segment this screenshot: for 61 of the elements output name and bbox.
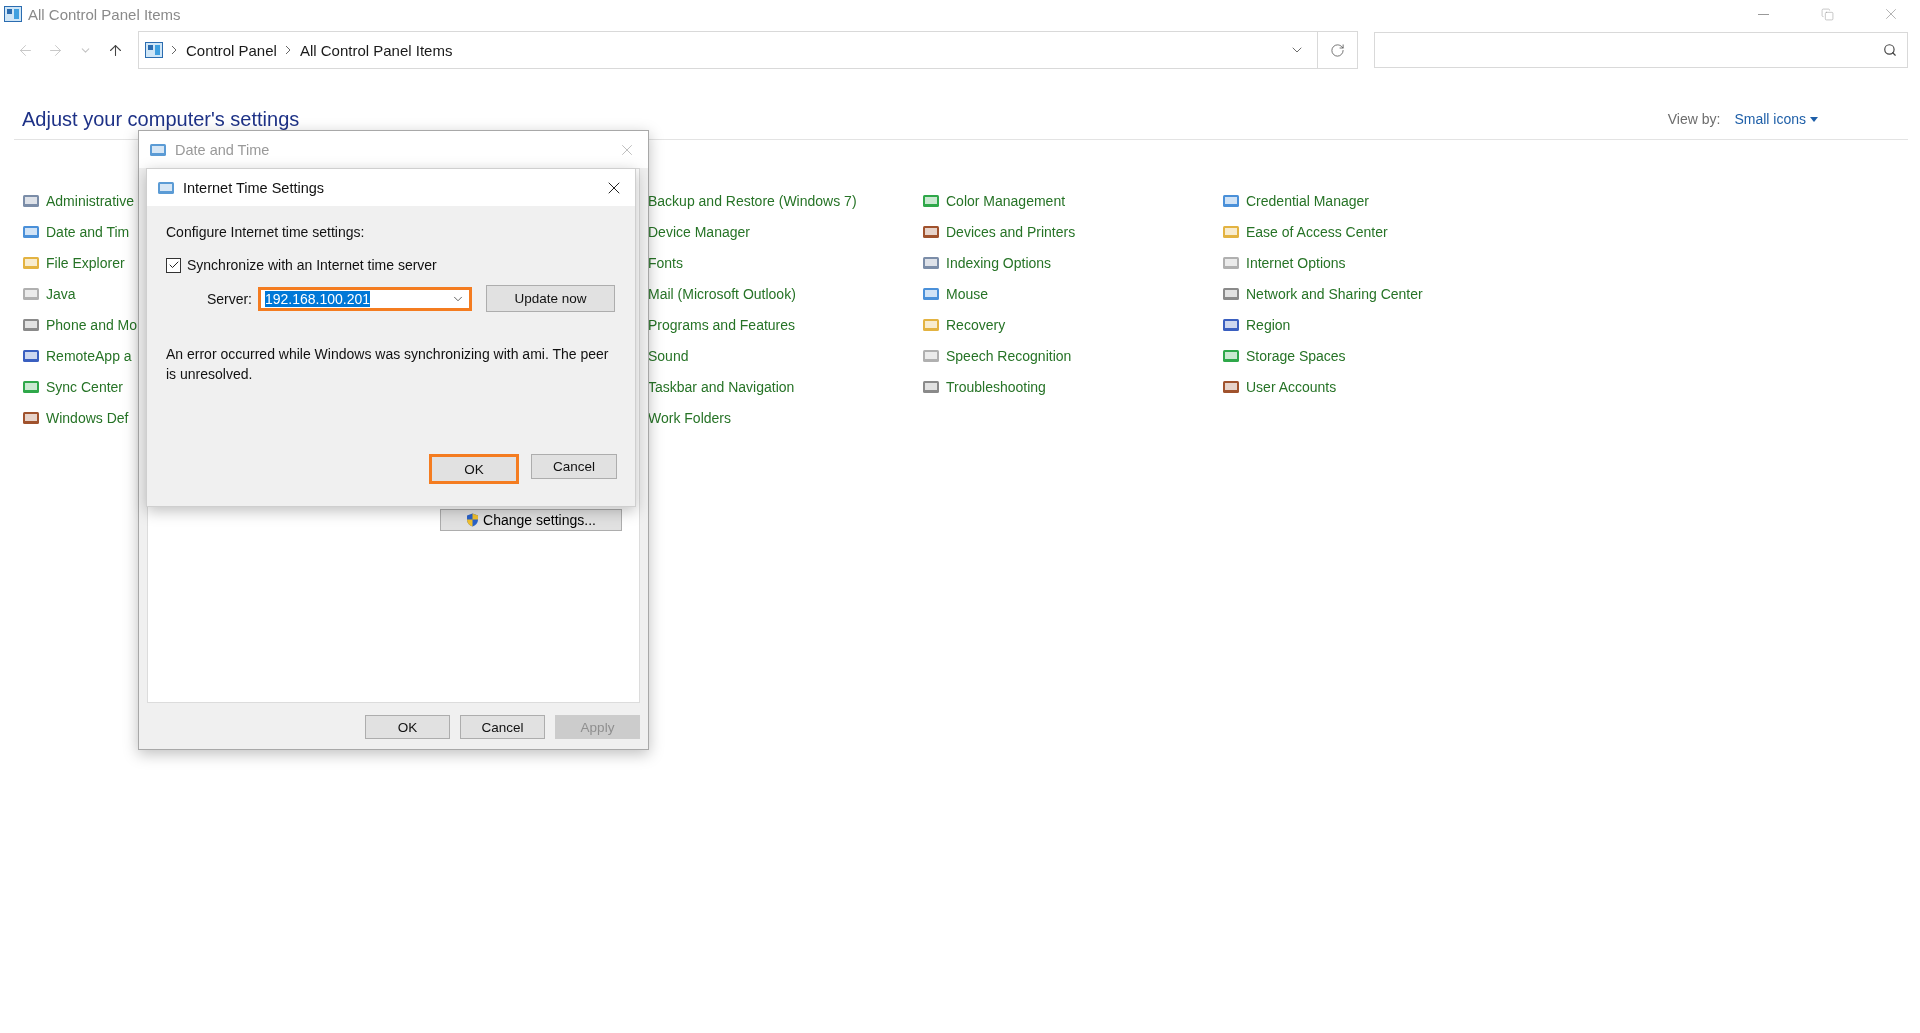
control-panel-link[interactable]: Credential Manager bbox=[1222, 185, 1369, 216]
dialog-title: Date and Time bbox=[175, 141, 271, 158]
shield-icon bbox=[466, 513, 480, 527]
control-panel-link[interactable]: Sync Center bbox=[22, 371, 124, 402]
control-panel-link[interactable]: Java bbox=[22, 278, 76, 309]
control-panel-link[interactable]: Device Manager bbox=[648, 216, 750, 247]
search-icon bbox=[1883, 43, 1897, 57]
dialog-button[interactable]: OK bbox=[365, 715, 450, 739]
control-panel-link[interactable]: Date and Tim bbox=[22, 216, 130, 247]
control-panel-link[interactable]: Mail (Microsoft Outlook) bbox=[648, 278, 796, 309]
control-panel-link[interactable]: Administrative bbox=[22, 185, 134, 216]
minimize-icon bbox=[1757, 13, 1769, 15]
control-panel-link[interactable]: Internet Options bbox=[1222, 247, 1346, 278]
control-panel-link[interactable]: Troubleshooting bbox=[922, 371, 1046, 402]
dialog-button[interactable]: Cancel bbox=[531, 454, 617, 479]
view-by-label: View by: bbox=[1667, 111, 1721, 127]
control-panel-link[interactable]: Color Management bbox=[922, 185, 1066, 216]
error-message: An error occurred while Windows was synchronizing with ami. The peer is unresolved. bbox=[166, 345, 610, 384]
sync-checkbox[interactable] bbox=[166, 257, 181, 273]
checkmark-icon bbox=[167, 259, 180, 271]
control-panel-link[interactable]: Work Folders bbox=[648, 402, 731, 433]
dialog-button[interactable]: OK bbox=[429, 454, 519, 484]
control-panel-link[interactable]: File Explorer bbox=[22, 247, 125, 278]
control-panel-link[interactable]: Network and Sharing Center bbox=[1222, 278, 1423, 309]
restore-icon bbox=[1820, 7, 1834, 21]
control-panel-link[interactable]: Backup and Restore (Windows 7) bbox=[648, 185, 857, 216]
control-panel-link[interactable]: Region bbox=[1222, 309, 1291, 340]
control-panel-link[interactable]: Mouse bbox=[922, 278, 989, 309]
server-combobox[interactable]: 192.168.100.201 bbox=[258, 286, 472, 311]
section-heading: Configure Internet time settings: bbox=[166, 224, 366, 240]
control-panel-link[interactable]: Ease of Access Center bbox=[1222, 216, 1388, 247]
address-field[interactable]: Control Panel All Control Panel Items bbox=[138, 31, 1358, 69]
control-panel-link[interactable]: User Accounts bbox=[1222, 371, 1337, 402]
window-title: All Control Panel Items bbox=[28, 5, 182, 23]
control-panel-link[interactable]: Storage Spaces bbox=[1222, 340, 1346, 371]
breadcrumb[interactable]: Control Panel bbox=[186, 41, 277, 59]
page-heading: Adjust your computer's settings bbox=[22, 107, 301, 131]
control-panel-link[interactable]: Devices and Printers bbox=[922, 216, 1076, 247]
control-panel-link[interactable]: Speech Recognition bbox=[922, 340, 1072, 371]
refresh-icon bbox=[1330, 42, 1345, 58]
breadcrumb[interactable]: All Control Panel Items bbox=[299, 41, 453, 59]
checkbox-label: Synchronize with an Internet time server bbox=[187, 257, 437, 273]
dialog-title: Internet Time Settings bbox=[183, 179, 326, 196]
view-by-dropdown[interactable]: Small icons bbox=[1734, 111, 1818, 127]
control-panel-link[interactable]: Sound bbox=[648, 340, 689, 371]
control-panel-link[interactable]: RemoteApp a bbox=[22, 340, 132, 371]
change-settings-button[interactable]: Change settings... bbox=[440, 509, 622, 531]
control-panel-link[interactable]: Windows Def bbox=[22, 402, 129, 433]
control-panel-link[interactable]: Phone and Mo bbox=[22, 309, 138, 340]
control-panel-link[interactable]: Indexing Options bbox=[922, 247, 1052, 278]
server-label: Server: bbox=[205, 290, 252, 307]
search-field[interactable] bbox=[1374, 32, 1908, 68]
control-panel-link[interactable]: Recovery bbox=[922, 309, 1006, 340]
control-panel-link[interactable]: Taskbar and Navigation bbox=[648, 371, 795, 402]
control-panel-link[interactable]: Programs and Features bbox=[648, 309, 796, 340]
control-panel-icon bbox=[145, 42, 163, 58]
caret-icon bbox=[1810, 116, 1818, 122]
update-now-button[interactable]: Update now bbox=[486, 285, 615, 312]
dialog-button[interactable]: Cancel bbox=[460, 715, 545, 739]
control-panel-icon bbox=[4, 6, 22, 22]
control-panel-link[interactable]: Fonts bbox=[648, 247, 683, 278]
